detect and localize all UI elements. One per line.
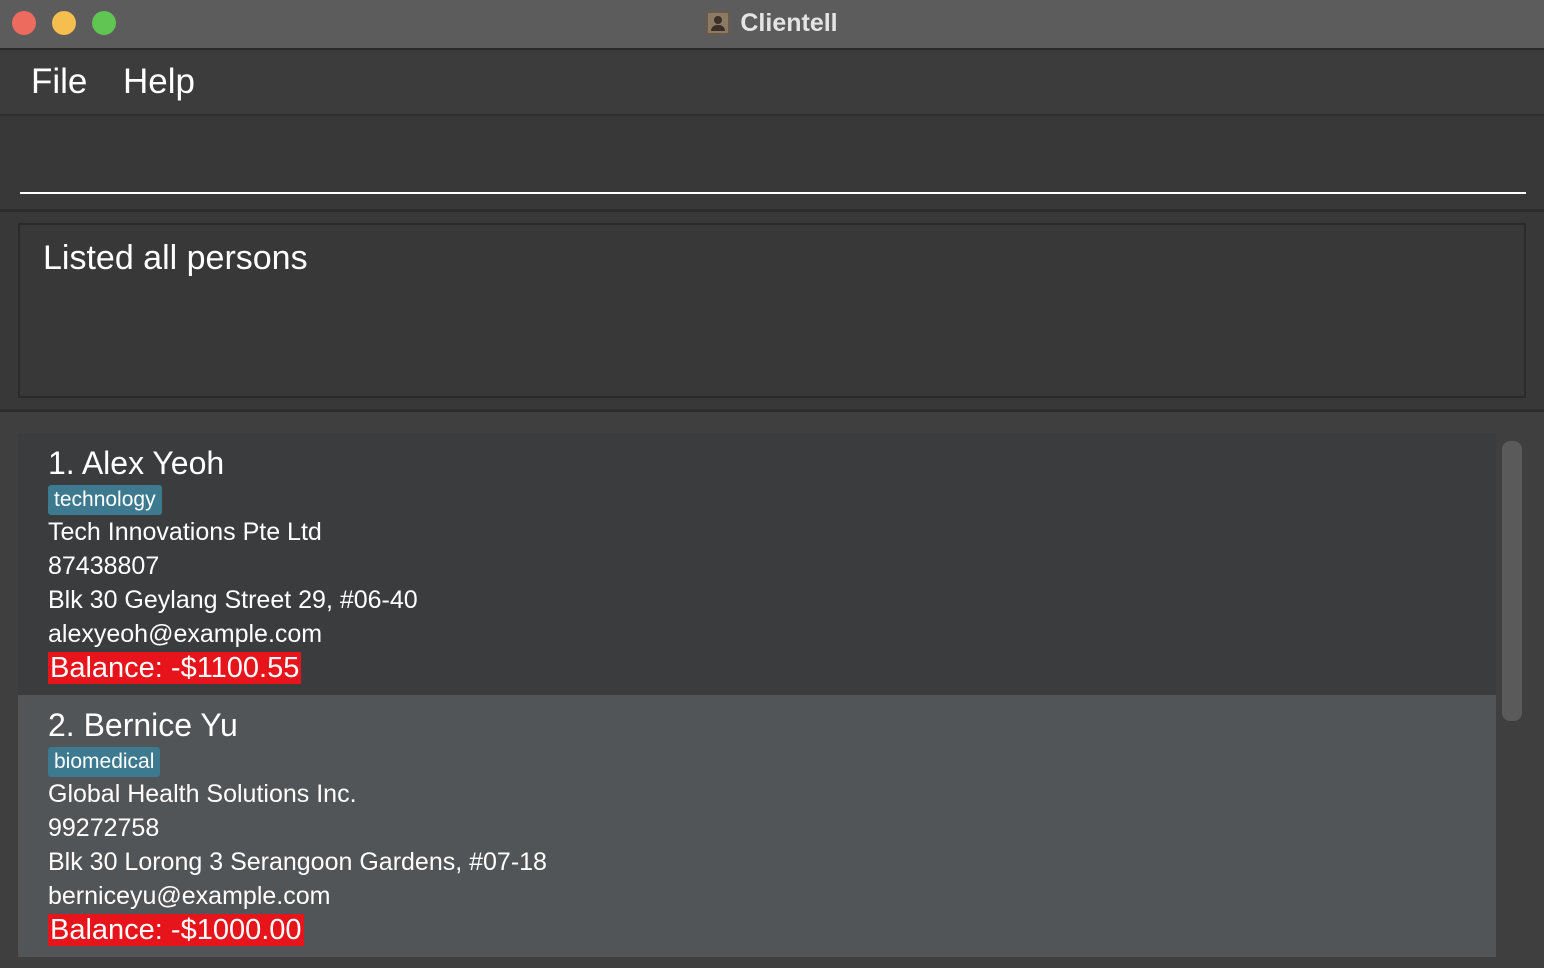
menu-help[interactable]: Help bbox=[123, 62, 195, 102]
menu-bar: File Help bbox=[0, 50, 1544, 116]
command-box bbox=[0, 116, 1544, 212]
result-message: Listed all persons bbox=[43, 239, 308, 277]
person-phone: 99272758 bbox=[48, 814, 160, 842]
result-display[interactable]: Listed all persons bbox=[18, 223, 1526, 398]
person-tag: technology bbox=[48, 485, 162, 515]
person-address: Blk 30 Geylang Street 29, #06-40 bbox=[48, 586, 418, 614]
window-title: Clientell bbox=[740, 8, 838, 37]
person-balance: Balance: -$1000.00 bbox=[48, 914, 304, 946]
list-scrollbar-thumb[interactable] bbox=[1502, 441, 1522, 721]
person-address: Blk 30 Lorong 3 Serangoon Gardens, #07-1… bbox=[48, 848, 547, 876]
person-balance: Balance: -$1100.55 bbox=[48, 652, 302, 684]
person-card[interactable]: 1. Alex Yeoh technology Tech Innovations… bbox=[18, 433, 1496, 695]
person-name: 2. Bernice Yu bbox=[48, 707, 238, 743]
contact-book-icon bbox=[706, 11, 731, 35]
person-card-selected[interactable]: 2. Bernice Yu biomedical Global Health S… bbox=[18, 695, 1496, 957]
person-email: berniceyu@example.com bbox=[48, 882, 331, 910]
person-tag: biomedical bbox=[48, 747, 161, 777]
person-name: 1. Alex Yeoh bbox=[48, 445, 225, 481]
person-list: 1. Alex Yeoh technology Tech Innovations… bbox=[0, 412, 1544, 968]
person-company: Tech Innovations Pte Ltd bbox=[48, 518, 322, 546]
person-phone: 87438807 bbox=[48, 552, 160, 580]
result-display-area: Listed all persons bbox=[0, 212, 1544, 412]
window-title-group: Clientell bbox=[0, 0, 1544, 46]
person-email: alexyeoh@example.com bbox=[48, 620, 323, 648]
title-bar: Clientell bbox=[0, 0, 1544, 50]
menu-file[interactable]: File bbox=[31, 62, 87, 102]
person-company: Global Health Solutions Inc. bbox=[48, 780, 357, 808]
command-input[interactable] bbox=[20, 138, 1526, 194]
